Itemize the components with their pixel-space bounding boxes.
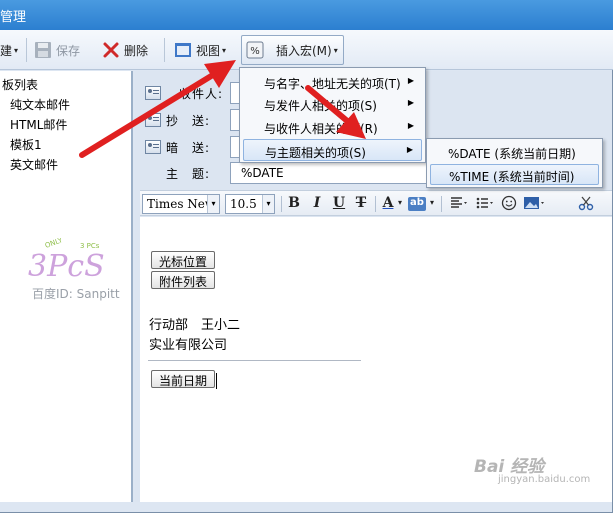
to-label: 收件人: (179, 86, 224, 101)
chevron-down-icon: ▾ (222, 45, 227, 55)
cc-label: 抄 送: (166, 113, 211, 128)
floppy-disk-icon (34, 41, 52, 59)
submenu-item-date[interactable]: %DATE (系统当前日期) (430, 142, 599, 163)
delete-label: 删除 (124, 43, 149, 58)
text-caret (216, 373, 217, 389)
chevron-right-icon: ▶ (407, 121, 414, 130)
bcc-label: 暗 送: (166, 140, 211, 155)
subject-row: 主 题: (166, 162, 210, 184)
macro-percent-icon: % (246, 41, 264, 59)
bold-button[interactable]: B (286, 195, 302, 213)
horizontal-rule (148, 360, 361, 361)
menu-item-label: 与名字、地址无关的项(T) (264, 77, 401, 91)
new-label: 建 (0, 43, 13, 58)
tree-item[interactable]: HTML邮件 (10, 116, 67, 133)
chevron-right-icon: ▶ (407, 76, 414, 85)
menu-item-name-address-independent[interactable]: 与名字、地址无关的项(T) ▶ (243, 71, 422, 93)
align-icon[interactable] (448, 195, 470, 213)
italic-button[interactable]: I (309, 195, 325, 213)
submenu-item-time[interactable]: %TIME (系统当前时间) (430, 164, 599, 185)
toolbar: 建 ▾ 保存 删除 视图 ▾ % 插入宏(M) ▾ (0, 30, 613, 70)
menu-item-label: 与收件人相关的项(R) (264, 122, 378, 136)
chevron-down-icon: ▾ (262, 195, 274, 213)
image-icon[interactable] (522, 195, 548, 213)
tree-item[interactable]: 模板1 (10, 136, 42, 153)
toolbar-separator (164, 38, 165, 62)
bcc-row: 暗 送: (145, 136, 210, 158)
window-view-icon (174, 41, 192, 59)
chevron-down-icon: ▾ (333, 45, 338, 55)
tree-item[interactable]: 纯文本邮件 (10, 96, 70, 113)
format-separator (281, 196, 282, 212)
svg-text:%: % (250, 46, 260, 57)
macro-tag-attachment-list[interactable]: 附件列表 (151, 271, 216, 289)
menu-item-label: 与主题相关的项(S) (265, 146, 366, 160)
highlight-button[interactable]: ab (408, 197, 426, 211)
subject-label: 主 题: (166, 166, 211, 181)
tree-root[interactable]: 板列表 (2, 76, 38, 93)
chevron-down-icon[interactable]: ▾ (428, 197, 436, 215)
format-separator (375, 196, 376, 212)
site-watermark-url: jingyan.baidu.com (498, 474, 591, 485)
new-button[interactable]: 建 ▾ (0, 37, 18, 63)
signature-line-2: 实业有限公司 (149, 338, 228, 353)
insert-macro-label: 插入宏(M) (276, 43, 332, 58)
save-label: 保存 (56, 43, 81, 58)
to-row: 收件人: (145, 82, 223, 104)
underline-button[interactable]: U (331, 195, 347, 213)
chevron-down-icon: ▾ (207, 195, 219, 213)
signature-line-1: 行动部 王小二 (149, 318, 241, 333)
delete-button[interactable]: 删除 (102, 37, 148, 63)
format-separator (441, 196, 442, 212)
view-label: 视图 (196, 43, 221, 58)
app-window: 管理 建 ▾ 保存 删除 视图 ▾ % 插入宏(M) ▾ 板列表 纯文本邮件 H… (0, 0, 613, 513)
uploader-watermark: ONLY 3 PCs 3PcS 百度ID: Sanpitt (24, 236, 134, 302)
toolbar-separator (26, 38, 27, 62)
svg-text:3PcS: 3PcS (28, 249, 105, 284)
insert-macro-button[interactable]: % 插入宏(M) ▾ (241, 35, 344, 65)
delete-x-icon (102, 41, 120, 59)
subject-field[interactable]: %DATE (230, 162, 430, 184)
format-toolbar: Times New Roman ▾ 10.5 ▾ B I U T A ▾ ab … (140, 190, 612, 216)
menu-item-recipient-related[interactable]: 与收件人相关的项(R) ▶ (243, 116, 422, 138)
chevron-down-icon[interactable]: ▾ (396, 197, 404, 215)
address-book-icon[interactable] (145, 86, 161, 100)
title-bar: 管理 (0, 0, 613, 30)
cc-row: 抄 送: (145, 109, 210, 131)
scissors-icon[interactable] (577, 195, 595, 213)
macro-tag-current-date[interactable]: 当前日期 (151, 370, 216, 388)
address-book-icon[interactable] (145, 113, 161, 127)
smiley-icon[interactable] (500, 195, 518, 213)
font-size-select[interactable]: 10.5 ▾ (225, 194, 275, 214)
uploader-logo: ONLY 3 PCs 3PcS (28, 236, 105, 284)
chevron-right-icon: ▶ (406, 145, 413, 154)
uploader-id-text: 百度ID: Sanpitt (32, 287, 120, 301)
menu-item-subject-related[interactable]: 与主题相关的项(S) ▶ (243, 139, 422, 161)
view-button[interactable]: 视图 ▾ (174, 37, 226, 63)
font-size-value: 10.5 (230, 197, 257, 211)
font-family-select[interactable]: Times New Roman ▾ (142, 194, 220, 214)
font-color-button[interactable]: A (381, 195, 395, 213)
macro-tag-cursor-position[interactable]: 光标位置 (151, 251, 216, 269)
strikethrough-button[interactable]: T (353, 195, 369, 213)
address-book-icon[interactable] (145, 140, 161, 154)
bullet-list-icon[interactable] (474, 195, 496, 213)
chevron-right-icon: ▶ (407, 98, 414, 107)
insert-macro-menu: 与名字、地址无关的项(T) ▶ 与发件人相关的项(S) ▶ 与收件人相关的项(R… (239, 67, 426, 163)
menu-item-sender-related[interactable]: 与发件人相关的项(S) ▶ (243, 93, 422, 115)
tree-item[interactable]: 英文邮件 (10, 156, 58, 173)
menu-item-label: 与发件人相关的项(S) (264, 99, 377, 113)
save-button[interactable]: 保存 (34, 37, 80, 63)
chevron-down-icon: ▾ (14, 45, 19, 55)
subject-macro-submenu: %DATE (系统当前日期) %TIME (系统当前时间) (426, 138, 603, 188)
window-title: 管理 (0, 10, 27, 25)
